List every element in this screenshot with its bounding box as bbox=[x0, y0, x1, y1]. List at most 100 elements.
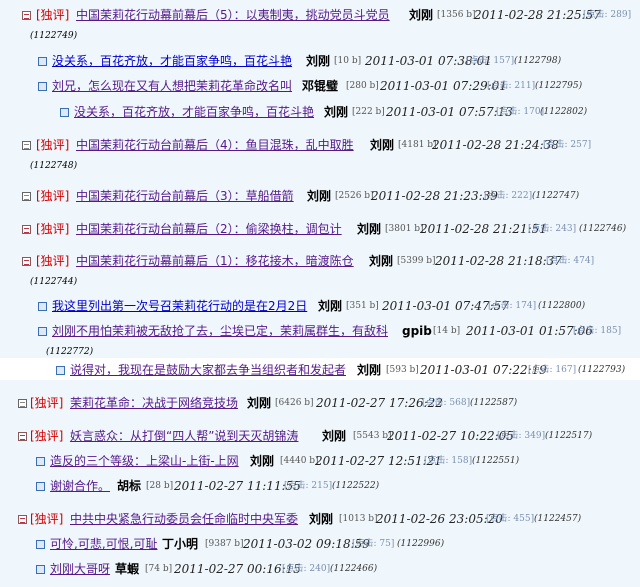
author-name[interactable]: 刘刚 bbox=[324, 103, 348, 121]
post-id: (1122772) bbox=[46, 347, 94, 357]
post-id: (1122996) bbox=[397, 539, 445, 549]
post-title-link[interactable]: 没关系，百花齐放，才能百家争鸣，百花斗艳 bbox=[74, 103, 314, 121]
post-title-link[interactable]: 没关系，百花齐放，才能百家争鸣，百花斗艳 bbox=[52, 52, 292, 70]
author-name[interactable]: 刘刚 bbox=[307, 187, 331, 205]
reply-row: 造反的三个等级：上梁山-上街-上网 刘刚 [4440 b] 2011-02-27… bbox=[0, 452, 640, 470]
reply-row: 谢谢合作。 胡标 [28 b] 2011-02-27 11:11:55 [点击:… bbox=[0, 477, 640, 495]
thread-row: [独评] 妖言惑众：从打倒“四人帮”说到天灭胡锦涛 刘刚 [5543 b] 20… bbox=[0, 427, 640, 445]
reply-icon bbox=[36, 565, 45, 574]
post-title-link[interactable]: 妖言惑众：从打倒“四人帮”说到天灭胡锦涛 bbox=[70, 427, 298, 445]
post-size: [593 b] bbox=[386, 365, 419, 375]
thread-row: [独评] 中国茉莉花行动台前幕后（4）：鱼目混珠，乱中取胜 刘刚 [4181 b… bbox=[0, 136, 640, 154]
click-count: [点击: 170] bbox=[496, 107, 545, 117]
author-name[interactable]: 刘刚 bbox=[357, 361, 381, 379]
reply-icon bbox=[60, 108, 69, 117]
author-name[interactable]: 丁小明 bbox=[162, 535, 198, 553]
post-title-link[interactable]: 可怜,可悲,可恨,可耻 bbox=[50, 535, 157, 553]
post-size: [5399 b] bbox=[397, 256, 436, 266]
post-title-link[interactable]: 茉莉花革命：决战于网络竞技场 bbox=[70, 394, 238, 412]
click-count: [点击: 222] bbox=[484, 191, 533, 201]
post-id: (1122802) bbox=[540, 107, 588, 117]
thread-row: [独评] 中国茉莉花行动幕前幕后（1）：移花接木，暗渡陈仓 刘刚 [5399 b… bbox=[0, 252, 640, 270]
post-title-link[interactable]: 谢谢合作。 bbox=[50, 477, 110, 495]
reply-icon bbox=[56, 366, 65, 375]
reply-row: 刘刚大哥呀 草蝦 [74 b] 2011-02-27 00:16:15 [点击:… bbox=[0, 560, 640, 578]
author-name[interactable]: 刘刚 bbox=[370, 136, 394, 154]
post-size: [9387 b] bbox=[205, 539, 244, 549]
category-tag: [独评] bbox=[30, 512, 64, 526]
author-name[interactable]: 草蝦 bbox=[115, 560, 139, 578]
post-title-link[interactable]: 中共中央紧急行动委员会任命临时中央军委 bbox=[70, 510, 298, 528]
post-size: [1013 b] bbox=[339, 514, 378, 524]
reply-row: 刘兄，怎么现在又有人想把茉莉花革命改名叫 邓锟璧 [280 b] 2011-03… bbox=[0, 77, 640, 95]
author-name[interactable]: 刘刚 bbox=[369, 252, 393, 270]
post-size: [4440 b] bbox=[280, 456, 319, 466]
category-tag: [独评] bbox=[36, 8, 70, 22]
category-tag: [独评] bbox=[36, 222, 70, 236]
post-id: (1122746) bbox=[579, 224, 627, 234]
post-id: (1122798) bbox=[514, 56, 562, 66]
reply-row: 说得对，我现在是鼓励大家都去争当组织者和发起者 刘刚 [593 b] 2011-… bbox=[0, 361, 640, 379]
click-count: [点击: 167] bbox=[528, 365, 577, 375]
post-title-link[interactable]: 说得对，我现在是鼓励大家都去争当组织者和发起者 bbox=[70, 361, 346, 379]
post-date: 2011-02-28 21:18:37 bbox=[435, 254, 562, 268]
post-title-link[interactable]: 中国茉莉花行动台前幕后（2）：偷梁换柱，调包计 bbox=[76, 220, 342, 238]
document-icon bbox=[22, 257, 31, 266]
note-icon bbox=[22, 192, 31, 201]
post-title-link[interactable]: 中国茉莉花行动幕前幕后（5）：以夷制夷，挑动党员斗党员 bbox=[76, 6, 390, 24]
category-tag: [独评] bbox=[30, 429, 64, 443]
post-date: 2011-02-26 23:05:20 bbox=[376, 512, 503, 526]
click-count: [点击: 75] bbox=[352, 539, 395, 549]
post-id: (1122744) bbox=[30, 277, 78, 287]
post-id: (1122749) bbox=[30, 31, 78, 41]
author-name[interactable]: 胡标 bbox=[117, 477, 141, 495]
click-count: [点击: 240] bbox=[282, 564, 331, 574]
post-title-link[interactable]: 造反的三个等级：上梁山-上街-上网 bbox=[50, 452, 239, 470]
document-icon bbox=[22, 225, 31, 234]
reply-icon bbox=[38, 57, 47, 66]
post-title-link[interactable]: 中国茉莉花行动台前幕后（4）：鱼目混珠，乱中取胜 bbox=[76, 136, 354, 154]
post-id: (1122587) bbox=[470, 398, 518, 408]
author-name[interactable]: 刘刚 bbox=[409, 6, 433, 24]
post-size: [74 b] bbox=[145, 564, 173, 574]
author-name[interactable]: 刘刚 bbox=[318, 297, 342, 315]
author-name[interactable]: 刘刚 bbox=[247, 394, 271, 412]
post-title-link[interactable]: 中国茉莉花行动幕前幕后（1）：移花接木，暗渡陈仓 bbox=[76, 252, 354, 270]
reply-icon bbox=[38, 327, 47, 336]
category-tag: [独评] bbox=[36, 254, 70, 268]
post-date: 2011-02-28 21:25:57 bbox=[474, 8, 601, 22]
post-date: 2011-02-27 10:22:05 bbox=[387, 429, 514, 443]
thread-row: [独评] 中国茉莉花行动台前幕后（2）：偷梁换柱，调包计 刘刚 [3801 b]… bbox=[0, 220, 640, 238]
author-name[interactable]: gpib bbox=[402, 322, 432, 340]
post-title-link[interactable]: 我这里列出第一次号召茉莉花行动的是在2月2日 bbox=[52, 297, 307, 315]
thread-row: [独评] 中共中央紧急行动委员会任命临时中央军委 刘刚 [1013 b] 201… bbox=[0, 510, 640, 528]
post-title-link[interactable]: 中国茉莉花行动台前幕后（3）：草船借箭 bbox=[76, 187, 294, 205]
reply-icon bbox=[36, 482, 45, 491]
author-name[interactable]: 刘刚 bbox=[322, 427, 346, 445]
post-date: 2011-02-27 11:11:55 bbox=[174, 479, 301, 493]
post-title-link[interactable]: 刘刚不用怕茉莉被无敌抢了去，尘埃已定，茉莉属群生，有敌科 bbox=[52, 322, 388, 340]
click-count: [点击: 211] bbox=[487, 81, 536, 91]
post-date: 2011-02-28 21:24:38 bbox=[432, 138, 559, 152]
author-name[interactable]: 刘刚 bbox=[357, 220, 381, 238]
author-name[interactable]: 刘刚 bbox=[309, 510, 333, 528]
thread-row: [独评] 中国茉莉花行动台前幕后（3）：草船借箭 刘刚 [2526 b] 201… bbox=[0, 187, 640, 205]
reply-icon bbox=[36, 457, 45, 466]
post-id: (1122551) bbox=[472, 456, 520, 466]
post-title-link[interactable]: 刘兄，怎么现在又有人想把茉莉花革命改名叫 bbox=[52, 77, 292, 95]
reply-icon bbox=[38, 82, 47, 91]
click-count: [点击: 215] bbox=[284, 481, 333, 491]
thread-row: [独评] 茉莉花革命：决战于网络竞技场 刘刚 [6426 b] 2011-02-… bbox=[0, 394, 640, 412]
post-size: [222 b] bbox=[352, 107, 385, 117]
post-id: (1122748) bbox=[30, 161, 78, 171]
reply-row: 没关系，百花齐放，才能百家争鸣，百花斗艳 刘刚 [10 b] 2011-03-0… bbox=[0, 52, 640, 70]
post-title-link[interactable]: 刘刚大哥呀 bbox=[50, 560, 110, 578]
thread-row: [独评] 中国茉莉花行动幕前幕后（5）：以夷制夷，挑动党员斗党员 刘刚 [135… bbox=[0, 6, 640, 24]
document-icon bbox=[18, 515, 27, 524]
author-name[interactable]: 邓锟璧 bbox=[302, 77, 338, 95]
post-id: (1122795) bbox=[535, 81, 583, 91]
click-count: [点击: 185] bbox=[573, 326, 622, 336]
author-name[interactable]: 刘刚 bbox=[306, 52, 330, 70]
author-name[interactable]: 刘刚 bbox=[250, 452, 274, 470]
note-icon bbox=[18, 399, 27, 408]
